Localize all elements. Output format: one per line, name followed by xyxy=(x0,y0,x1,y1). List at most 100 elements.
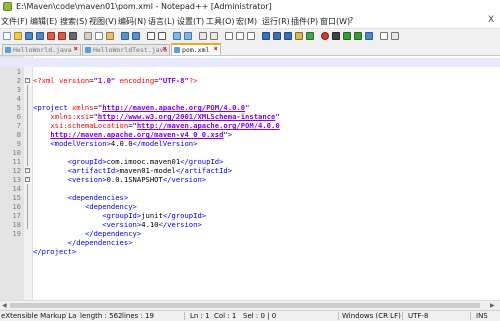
indent-guide-icon[interactable] xyxy=(247,32,255,40)
folder-workspace-icon[interactable] xyxy=(295,32,303,40)
fold-collapse-icon[interactable]: - xyxy=(25,78,30,83)
plugin-icon[interactable] xyxy=(391,32,399,40)
save-all-icon[interactable] xyxy=(36,32,44,40)
menu-settings[interactable]: 设置(T) xyxy=(177,16,204,27)
menu-language[interactable]: 语言(L) xyxy=(148,16,175,27)
status-encoding: UTF-8 xyxy=(408,312,429,320)
tab-close-icon[interactable]: ✖ xyxy=(214,45,218,53)
record-macro-icon[interactable] xyxy=(321,32,329,40)
function-list-icon[interactable] xyxy=(284,32,292,40)
run-macro-multiple-icon[interactable] xyxy=(354,32,362,40)
horizontal-scrollbar[interactable]: ◀ ▶ xyxy=(0,300,500,310)
replace-icon[interactable] xyxy=(158,32,166,40)
code-line: 9 <groupId>com.imooc.maven01</groupId> xyxy=(0,130,500,166)
sync-horizontal-icon[interactable] xyxy=(210,32,218,40)
status-line: Ln : 1 xyxy=(190,312,210,320)
code-line: 14 - <dependency> xyxy=(0,175,500,212)
menu-macro[interactable]: 宏(M) xyxy=(236,16,257,27)
word-wrap-icon[interactable] xyxy=(225,32,233,40)
find-icon[interactable] xyxy=(147,32,155,40)
tab-helloworldtest-java[interactable]: HelloWorldTest.java ✖ xyxy=(82,44,170,55)
title-bar: E:\Maven\code\maven01\pom.xml - Notepad+… xyxy=(0,0,500,15)
window-title: E:\Maven\code\maven01\pom.xml - Notepad+… xyxy=(16,2,272,11)
code-line: 17 </dependency> xyxy=(0,202,500,238)
close-document-button[interactable]: X xyxy=(488,15,494,25)
monitoring-icon[interactable] xyxy=(306,32,314,40)
new-file-icon[interactable] xyxy=(3,32,11,40)
print-icon[interactable] xyxy=(69,32,77,40)
code-line: 5 xsi:schemaLocation="http://maven.apach… xyxy=(0,94,500,130)
file-saved-icon xyxy=(174,47,180,53)
zoom-out-icon[interactable] xyxy=(184,32,192,40)
menu-view[interactable]: 视图(V) xyxy=(89,16,117,27)
code-line: 15 <groupId>junit</groupId> xyxy=(0,184,500,220)
tab-pom-xml[interactable]: pom.xml ✖ xyxy=(171,43,221,55)
scroll-left-icon[interactable]: ◀ xyxy=(2,302,7,309)
tab-close-icon[interactable]: ✖ xyxy=(74,45,78,53)
editor-area[interactable]: 1 <?xml version="1.0" encoding="UTF-8"?>… xyxy=(0,56,500,300)
paste-icon[interactable] xyxy=(106,32,114,40)
tab-label: pom.xml xyxy=(182,46,210,54)
tab-label: HelloWorldTest.java xyxy=(93,46,168,54)
save-icon[interactable] xyxy=(25,32,33,40)
menu-plugins[interactable]: 插件(P) xyxy=(291,16,318,27)
close-all-icon[interactable] xyxy=(58,32,66,40)
menu-run[interactable]: 运行(R) xyxy=(262,16,290,27)
status-column: Col : 1 xyxy=(214,312,237,320)
status-selection: Sel : 0 | 0 xyxy=(243,312,277,320)
code-line: 2 xyxy=(0,67,500,85)
cut-icon[interactable] xyxy=(84,32,92,40)
scrollbar-thumb[interactable] xyxy=(10,303,480,308)
menu-help[interactable]: ? xyxy=(349,16,353,25)
language-icon[interactable] xyxy=(262,32,270,40)
code-line: 18 </dependencies> xyxy=(0,211,500,247)
code-line: 19 </project> xyxy=(0,220,500,256)
close-file-icon[interactable] xyxy=(47,32,55,40)
open-file-icon[interactable] xyxy=(14,32,22,40)
menu-tools[interactable]: 工具(O) xyxy=(206,16,235,27)
fold-collapse-icon[interactable]: - xyxy=(25,168,30,173)
status-insert-mode: INS xyxy=(476,312,488,320)
tab-close-icon[interactable]: ✖ xyxy=(163,45,167,53)
fold-collapse-icon[interactable]: - xyxy=(25,177,30,182)
menu-edit[interactable]: 编辑(E) xyxy=(30,16,57,27)
undo-icon[interactable] xyxy=(121,32,129,40)
code-line: 3 - <project xmlns="http://maven.apache.… xyxy=(0,76,500,113)
menu-search[interactable]: 搜索(S) xyxy=(60,16,87,27)
sync-vertical-icon[interactable] xyxy=(199,32,207,40)
notepadpp-logo-icon xyxy=(3,2,12,11)
copy-icon[interactable] xyxy=(95,32,103,40)
menu-window[interactable]: 窗口(W) xyxy=(320,16,350,27)
code-line: 7 <modelVersion>4.0.0</modelVersion> xyxy=(0,112,500,148)
stop-recording-icon[interactable] xyxy=(332,32,340,40)
code-line: 11 <version>0.0.1SNAPSHOT</version> xyxy=(0,148,500,184)
status-language: eXtensible Markup La xyxy=(1,312,77,320)
file-saved-icon xyxy=(85,47,91,53)
code-line: 13 - <dependencies> xyxy=(0,166,500,203)
file-saved-icon xyxy=(5,47,11,53)
menu-bar: 文件(F) 编辑(E) 搜索(S) 视图(V) 编码(N) 语言(L) 设置(T… xyxy=(0,14,500,28)
menu-encoding[interactable]: 编码(N) xyxy=(118,16,146,27)
show-all-characters-icon[interactable] xyxy=(236,32,244,40)
code-line: 16 <version>4.10</version> xyxy=(0,193,500,229)
code-line: 10 <artifactId>maven01-model</artifactId… xyxy=(0,139,500,175)
scroll-right-icon[interactable]: ▶ xyxy=(490,302,495,309)
status-lines: lines : 19 xyxy=(122,312,154,320)
tab-bar: HelloWorld.java ✖ HelloWorldTest.java ✖ … xyxy=(0,43,500,56)
play-macro-icon[interactable] xyxy=(343,32,351,40)
status-bar: eXtensible Markup La length : 562 lines … xyxy=(0,310,500,321)
code-line: 12 xyxy=(0,157,500,175)
status-eol: Windows (CR LF) xyxy=(342,312,401,320)
tab-helloworld-java[interactable]: HelloWorld.java ✖ xyxy=(2,44,81,55)
code-line: 8 xyxy=(0,121,500,139)
line-number: 19 xyxy=(12,229,21,238)
menu-file[interactable]: 文件(F) xyxy=(1,16,28,27)
save-macro-icon[interactable] xyxy=(365,32,373,40)
code-line: 4 xmlns:xsi="http://www.w3.org/2001/XMLS… xyxy=(0,85,500,121)
redo-icon[interactable] xyxy=(132,32,140,40)
document-map-icon[interactable] xyxy=(273,32,281,40)
abc-spellcheck-icon[interactable] xyxy=(380,32,388,40)
code-line: 6 http://maven.apache.org/maven-v4_0_0.x… xyxy=(0,103,500,139)
toolbar xyxy=(0,28,500,44)
zoom-in-icon[interactable] xyxy=(173,32,181,40)
